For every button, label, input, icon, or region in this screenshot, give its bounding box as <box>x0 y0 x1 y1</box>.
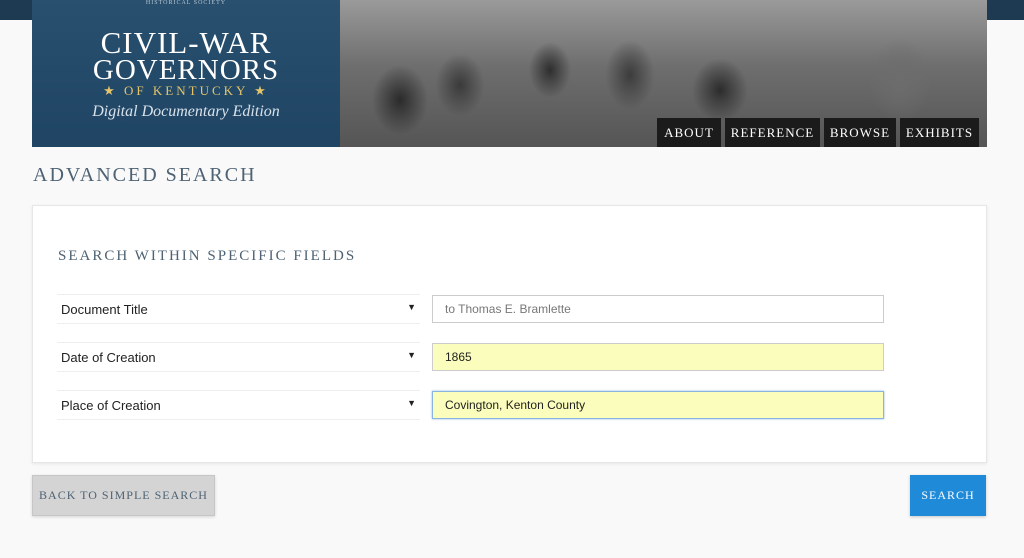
logo-line-4: Digital Documentary Edition <box>92 103 280 120</box>
document-title-placeholder: to Thomas E. Bramlette <box>445 302 571 316</box>
field-select-label: Document Title <box>61 302 148 317</box>
back-to-simple-search-button[interactable]: BACK TO SIMPLE SEARCH <box>32 475 215 516</box>
place-of-creation-input[interactable]: Covington, Kenton County <box>432 391 884 419</box>
search-button[interactable]: SEARCH <box>910 475 986 516</box>
date-of-creation-value: 1865 <box>445 350 472 364</box>
nav-browse[interactable]: BROWSE <box>824 118 896 147</box>
logo-line-3: ★ OF KENTUCKY ★ <box>103 83 269 98</box>
search-panel: SEARCH WITHIN SPECIFIC FIELDS Document T… <box>32 205 987 463</box>
field-select-document-title[interactable]: Document Title ▼ <box>57 294 420 324</box>
nav-reference[interactable]: REFERENCE <box>725 118 820 147</box>
triangle-down-icon: ▼ <box>407 302 416 312</box>
site-logo[interactable]: HISTORICAL SOCIETY CIVIL-WAR GOVERNORS ★… <box>32 0 340 147</box>
field-select-label: Date of Creation <box>61 350 156 365</box>
document-title-input[interactable]: to Thomas E. Bramlette <box>432 295 884 323</box>
field-select-place-of-creation[interactable]: Place of Creation ▼ <box>57 390 420 420</box>
date-of-creation-input[interactable]: 1865 <box>432 343 884 371</box>
triangle-down-icon: ▼ <box>407 350 416 360</box>
society-text: HISTORICAL SOCIETY <box>145 0 227 6</box>
triangle-down-icon: ▼ <box>407 398 416 408</box>
logo-line-2: GOVERNORS <box>92 54 280 86</box>
field-select-date-of-creation[interactable]: Date of Creation ▼ <box>57 342 420 372</box>
nav-about[interactable]: ABOUT <box>657 118 721 147</box>
field-select-label: Place of Creation <box>61 398 161 413</box>
nav-exhibits[interactable]: EXHIBITS <box>900 118 979 147</box>
section-title: SEARCH WITHIN SPECIFIC FIELDS <box>58 248 357 264</box>
page-title: ADVANCED SEARCH <box>33 164 257 186</box>
place-of-creation-value: Covington, Kenton County <box>445 398 586 412</box>
